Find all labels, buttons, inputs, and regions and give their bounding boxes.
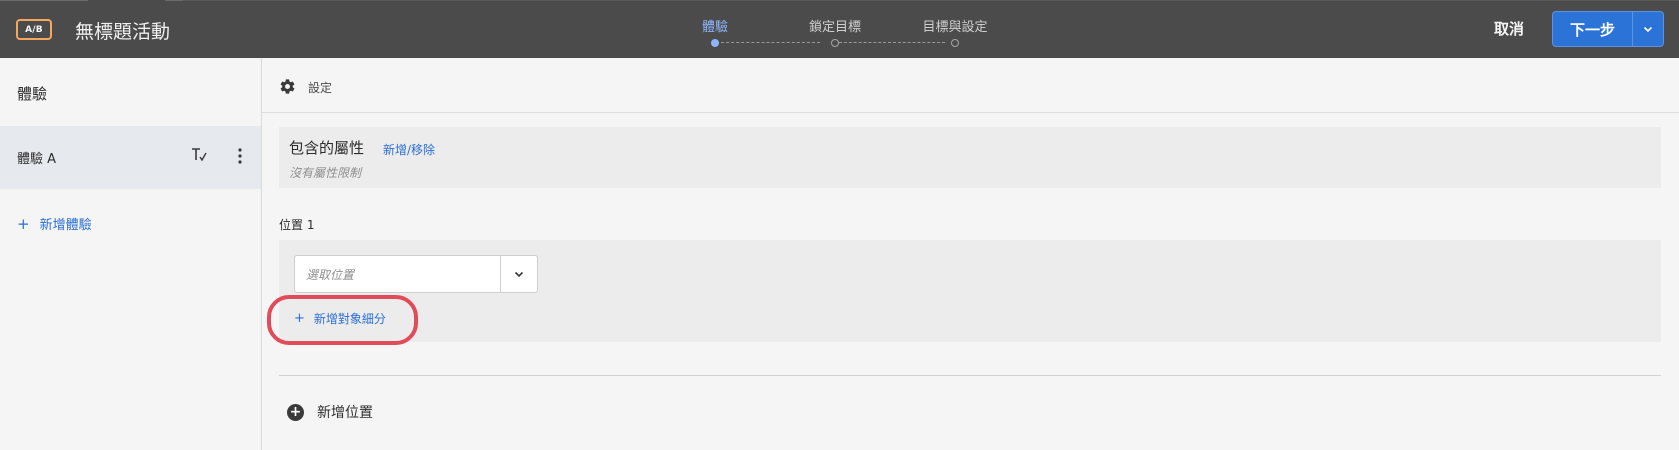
- step-targeting[interactable]: 鎖定目標: [809, 16, 861, 35]
- gear-icon[interactable]: [279, 78, 296, 95]
- add-experience-link[interactable]: + 新增體驗: [17, 214, 92, 234]
- top-edge-line: [165, 0, 183, 1]
- location-select[interactable]: 選取位置: [294, 255, 538, 293]
- step-dot-goals-settings[interactable]: [951, 39, 959, 47]
- experiences-sidebar: 體驗 體驗 A + 新增體驗: [0, 58, 262, 450]
- next-options-button[interactable]: [1633, 12, 1663, 46]
- step-dot-experiences[interactable]: [711, 39, 719, 47]
- location-title: 位置 1: [279, 218, 315, 232]
- top-bar: A/B 無標題活動 體驗 鎖定目標 目標與設定 取消 下一步: [0, 0, 1679, 58]
- rename-icon[interactable]: [190, 146, 208, 164]
- next-button-group: 下一步: [1552, 11, 1664, 47]
- settings-bar: 設定: [262, 58, 1679, 113]
- add-segment-label: 新增對象細分: [313, 312, 386, 326]
- location-select-value[interactable]: 選取位置: [295, 256, 501, 292]
- location-dropdown-toggle[interactable]: [501, 256, 537, 292]
- included-attributes-panel: 包含的屬性 新增/移除 沒有屬性限制: [279, 127, 1661, 188]
- more-options-icon[interactable]: [232, 146, 248, 166]
- top-edge-line: [0, 0, 88, 1]
- sidebar-title: 體驗: [17, 85, 48, 103]
- attributes-title: 包含的屬性: [289, 139, 365, 157]
- next-button[interactable]: 下一步: [1553, 12, 1633, 46]
- workflow-steps: 體驗 鎖定目標 目標與設定: [700, 0, 990, 58]
- add-location-button[interactable]: + 新增位置: [287, 402, 373, 422]
- add-audience-segment-link[interactable]: + 新增對象細分: [294, 310, 386, 327]
- settings-link[interactable]: 設定: [308, 79, 332, 96]
- plus-circle-icon: +: [287, 403, 304, 421]
- step-goals-settings[interactable]: 目標與設定: [922, 16, 987, 35]
- plus-icon: +: [294, 311, 305, 326]
- sidebar-item-experience-a[interactable]: 體驗 A: [0, 126, 261, 189]
- add-remove-attributes-link[interactable]: 新增/移除: [383, 141, 435, 158]
- activity-title[interactable]: 無標題活動: [75, 17, 170, 44]
- add-location-label: 新增位置: [317, 405, 373, 421]
- divider: [279, 375, 1661, 376]
- experience-label: 體驗 A: [17, 152, 57, 167]
- ab-activity-badge: A/B: [16, 19, 52, 40]
- attributes-note: 沒有屬性限制: [289, 166, 362, 180]
- chevron-down-icon: [1643, 26, 1653, 32]
- add-experience-label: 新增體驗: [39, 218, 92, 233]
- step-connector: [716, 42, 820, 43]
- chevron-down-icon: [514, 271, 524, 277]
- plus-icon: +: [17, 214, 30, 233]
- step-experiences[interactable]: 體驗: [702, 16, 728, 35]
- cancel-button[interactable]: 取消: [1494, 18, 1524, 39]
- location-panel: 選取位置 + 新增對象細分: [267, 240, 1661, 345]
- step-connector: [839, 42, 945, 43]
- main-content: 設定 包含的屬性 新增/移除 沒有屬性限制 位置 1 選取位置 + 新增對象細分…: [262, 58, 1679, 450]
- step-dot-targeting[interactable]: [831, 39, 839, 47]
